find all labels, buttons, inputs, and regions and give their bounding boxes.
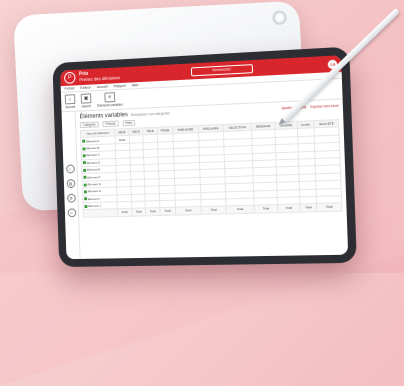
- status-dot-icon: [83, 190, 87, 194]
- tablet-screen: P Prio Prenez des décisions Rechercher G…: [60, 55, 349, 260]
- status-dot-icon: [82, 154, 86, 158]
- footer-cell: Total: [175, 206, 202, 215]
- row-label: Elément A: [86, 138, 100, 144]
- home-icon: ⌂: [64, 94, 76, 105]
- gear-icon[interactable]: ⚙: [66, 193, 76, 203]
- row-label: Elément C: [86, 153, 100, 158]
- status-dot-icon: [84, 197, 88, 201]
- status-dot-icon: [82, 161, 86, 165]
- main-content: Éléments variables Remplissez vos catégo…: [76, 99, 349, 259]
- status-dot-icon: [82, 147, 86, 151]
- save-icon: ▣: [80, 93, 92, 104]
- main-body: ⌂ ▤ ⚙ ☺ Éléments variables Remplissez vo…: [61, 99, 349, 260]
- row-label: Elément E: [86, 167, 101, 172]
- footer-cell: Total: [226, 205, 255, 214]
- status-dot-icon: [84, 204, 88, 208]
- page-subtitle: Remplissez vos catégories: [130, 111, 170, 118]
- footer-cell: Total: [200, 206, 227, 215]
- footer-cell: Total: [253, 204, 279, 213]
- row-label: Elément B: [86, 145, 100, 151]
- row-label: Elément J: [88, 203, 101, 209]
- footer-cell: [83, 208, 118, 218]
- ribbon-list-button[interactable]: ≡ Éléments variables: [97, 92, 123, 108]
- menu-item-file[interactable]: Fichier: [64, 86, 74, 90]
- row-label: Elément D: [86, 160, 101, 165]
- filter-period[interactable]: Période: [102, 120, 119, 128]
- status-dot-icon: [83, 183, 87, 187]
- footer-cell: Total: [299, 203, 318, 212]
- filter-generic[interactable]: Filtre: [122, 119, 136, 127]
- app-subtitle: Prenez des décisions: [79, 75, 121, 83]
- elements-table: Nom de l'élément SÉLÉ HÉLÉ TÉLÉ PREM PRÉLEVÉE…: [80, 119, 342, 218]
- ribbon-save-button[interactable]: ▣ Sauver: [80, 93, 92, 109]
- search-input[interactable]: Rechercher: [190, 63, 253, 76]
- status-dot-icon: [83, 168, 87, 172]
- menu-item-help[interactable]: Aide: [131, 83, 138, 87]
- footer-cell: Total: [145, 207, 161, 216]
- menu-item-editor[interactable]: Éditeur: [80, 86, 91, 90]
- footer-cell: Total: [316, 203, 342, 212]
- ribbon-label: Éléments variables: [97, 102, 123, 108]
- app-title: Prio Prenez des décisions: [79, 70, 120, 82]
- list-icon: ≡: [104, 92, 116, 103]
- filter-category[interactable]: Catégorie: [79, 121, 99, 129]
- row-label: Elément F: [87, 174, 101, 180]
- footer-cell: Total: [131, 208, 147, 216]
- footer-cell: Total: [277, 204, 300, 213]
- user-icon[interactable]: ☺: [67, 208, 76, 218]
- menu-item-home[interactable]: Accueil: [97, 85, 108, 89]
- menu-item-report[interactable]: Rapport: [113, 84, 125, 89]
- status-dot-icon: [83, 175, 87, 179]
- footer-cell: Total: [159, 207, 176, 216]
- footer-cell: Total: [117, 208, 132, 217]
- ribbon-label: Accueil: [65, 104, 76, 110]
- row-label: Elément H: [87, 189, 102, 194]
- export-excel-link[interactable]: Exporter vers excel: [310, 104, 339, 109]
- ribbon-home-button[interactable]: ⌂ Accueil: [64, 94, 76, 110]
- front-tablet: P Prio Prenez des décisions Rechercher G…: [52, 46, 357, 268]
- chart-icon[interactable]: ▤: [66, 179, 75, 189]
- camera-icon: [273, 11, 286, 24]
- ribbon-label: Sauver: [81, 104, 92, 109]
- app-logo[interactable]: P: [63, 71, 76, 84]
- row-label: Elément I: [87, 196, 101, 201]
- table-body: Elément A 5000 Elément B Elément C Elément D…: [80, 127, 342, 218]
- status-dot-icon: [82, 139, 86, 143]
- row-label: Elément G: [87, 182, 102, 187]
- page-title: Éléments variables: [79, 112, 128, 121]
- home-icon[interactable]: ⌂: [65, 164, 75, 174]
